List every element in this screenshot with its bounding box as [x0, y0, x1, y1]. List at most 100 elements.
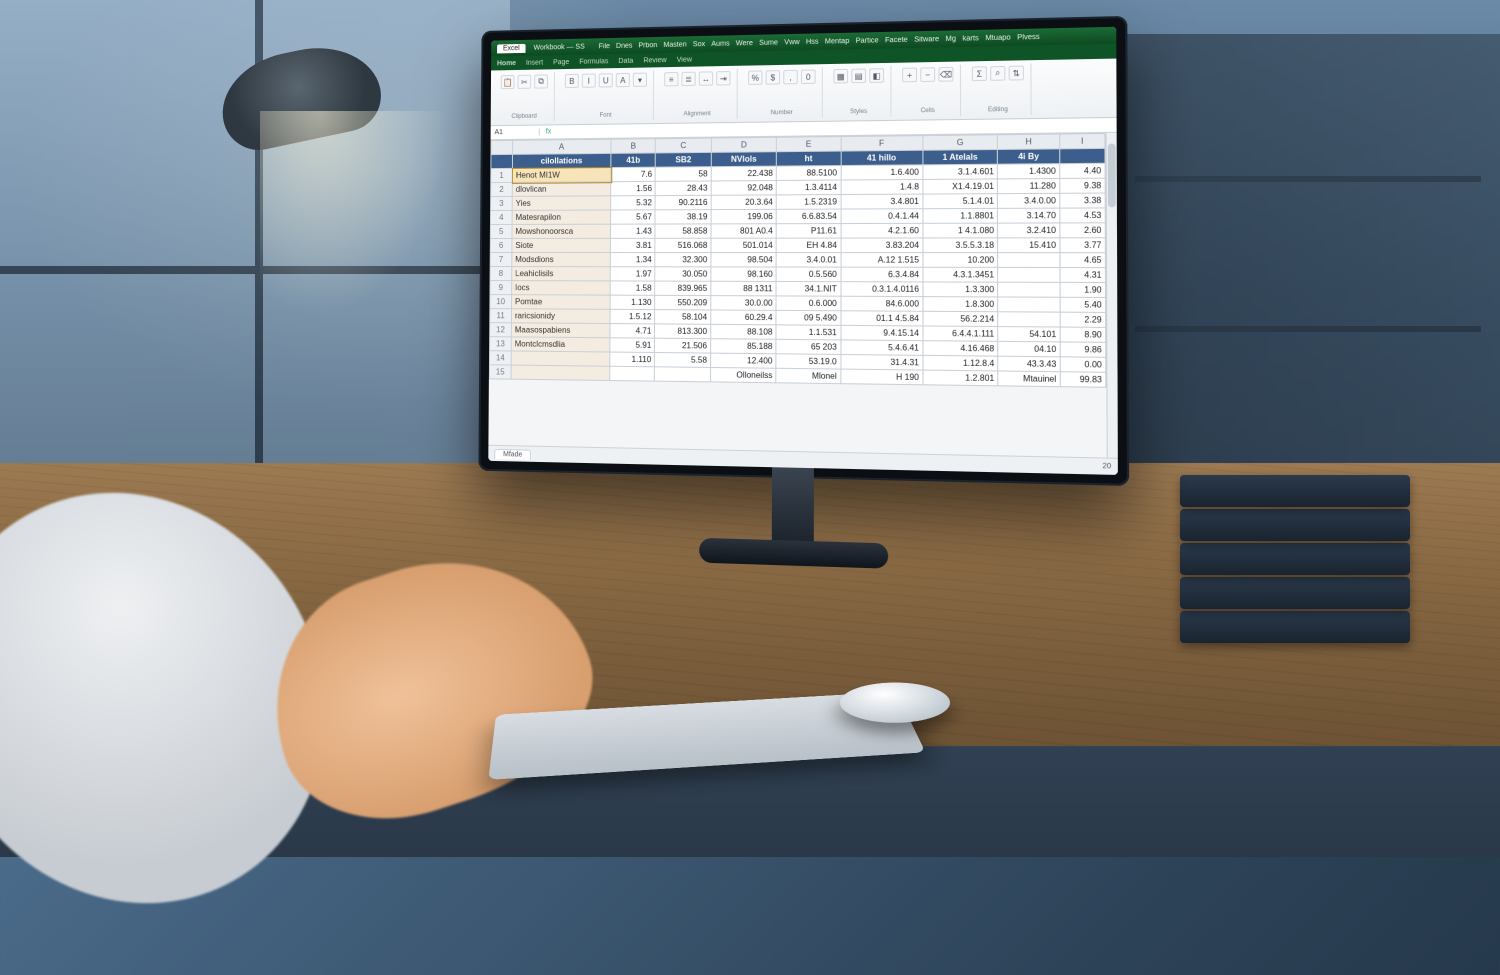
row-number[interactable]: 3 — [491, 196, 513, 210]
data-cell[interactable]: 3.1.4.601 — [923, 164, 998, 179]
data-cell[interactable]: 98.504 — [711, 253, 776, 267]
data-cell[interactable]: 21.506 — [655, 338, 711, 353]
menu-item[interactable]: Prbon — [638, 42, 657, 49]
data-cell[interactable]: 3.2.410 — [998, 223, 1060, 238]
ribbon-button[interactable]: % — [748, 70, 763, 85]
data-cell[interactable]: 1.4300 — [998, 164, 1060, 179]
data-cell[interactable]: 7.6 — [611, 167, 656, 182]
row-label-cell[interactable]: Siote — [512, 238, 611, 252]
data-cell[interactable]: 199.06 — [711, 209, 776, 224]
data-cell[interactable]: 28.43 — [656, 181, 712, 196]
column-header[interactable]: A — [513, 139, 611, 154]
ribbon-button[interactable]: , — [783, 70, 798, 85]
data-cell[interactable]: P11.61 — [776, 224, 840, 239]
data-cell[interactable]: 1.3.300 — [923, 282, 998, 297]
data-cell[interactable]: Mlonel — [776, 368, 840, 383]
data-cell[interactable]: 3.83.204 — [841, 238, 923, 253]
data-cell[interactable]: X1.4.19.01 — [923, 179, 998, 194]
vertical-scrollbar[interactable] — [1106, 133, 1118, 458]
row-label-cell[interactable]: Maasospabiens — [511, 323, 610, 338]
data-cell[interactable]: 04.10 — [998, 341, 1060, 356]
sheet-tab[interactable]: Mfade — [494, 448, 531, 459]
column-header[interactable]: H — [998, 134, 1060, 149]
row-label-cell[interactable]: Montclcmsdlia — [511, 337, 610, 352]
data-cell[interactable]: 5.67 — [611, 210, 656, 224]
data-cell[interactable]: 99.83 — [1060, 372, 1106, 388]
ribbon-tab[interactable]: View — [677, 56, 692, 63]
data-cell[interactable]: 4.2.1.60 — [841, 223, 923, 238]
data-cell[interactable]: 4.3.1.3451 — [923, 267, 998, 282]
ribbon-button[interactable]: ⧉ — [534, 74, 548, 88]
ribbon-button[interactable]: ✂ — [517, 75, 531, 89]
data-cell[interactable]: 60.29.4 — [711, 310, 777, 325]
data-cell[interactable]: 0.5.560 — [776, 267, 840, 282]
data-cell[interactable]: 3.5.5.3.18 — [923, 238, 998, 253]
ribbon-button[interactable]: ⌕ — [990, 66, 1005, 81]
ribbon-button[interactable]: ◧ — [869, 68, 884, 83]
row-label-cell[interactable]: Henot MI1W — [512, 168, 611, 183]
menu-item[interactable]: Mg — [946, 35, 956, 43]
row-number[interactable]: 14 — [489, 351, 511, 365]
data-cell[interactable]: 53.19.0 — [776, 354, 840, 369]
row-label-cell[interactable]: raricsionidy — [511, 309, 610, 324]
row-label-cell[interactable]: dlovlican — [512, 182, 611, 197]
data-cell[interactable]: 6.4.4.1.111 — [923, 326, 998, 341]
data-cell[interactable]: 1.2.801 — [923, 370, 998, 386]
row-number[interactable]: 10 — [490, 295, 512, 309]
data-cell[interactable]: 5.32 — [611, 196, 656, 210]
data-cell[interactable]: 11.280 — [998, 178, 1060, 193]
data-cell[interactable]: 98.160 — [711, 267, 776, 282]
row-number[interactable]: 7 — [490, 253, 512, 267]
row-number[interactable]: 9 — [490, 281, 512, 295]
row-label-cell[interactable]: Leahiclisils — [512, 267, 611, 281]
data-cell[interactable]: 43.3.43 — [998, 356, 1060, 372]
ribbon-button[interactable]: ▦ — [833, 69, 848, 84]
data-cell[interactable] — [610, 366, 655, 381]
zoom-level[interactable]: 20 — [1102, 463, 1111, 471]
data-cell[interactable]: 2.60 — [1060, 223, 1106, 238]
menu-item[interactable]: Plvess — [1017, 33, 1040, 41]
table-header-cell[interactable]: ht — [777, 151, 841, 166]
data-cell[interactable]: 6.3.4.84 — [841, 267, 923, 282]
data-cell[interactable]: 9.38 — [1060, 178, 1106, 193]
ribbon-button[interactable]: ⇅ — [1009, 66, 1024, 81]
scrollbar-thumb[interactable] — [1108, 144, 1116, 208]
data-cell[interactable]: 12.400 — [711, 353, 777, 368]
data-cell[interactable]: 56.2.214 — [923, 311, 998, 326]
data-cell[interactable]: 550.209 — [655, 295, 711, 310]
data-cell[interactable] — [998, 297, 1060, 312]
data-cell[interactable] — [998, 282, 1060, 297]
data-cell[interactable]: 1.8.300 — [923, 297, 998, 312]
data-cell[interactable]: 88.108 — [711, 324, 777, 339]
ribbon-button[interactable]: 📋 — [501, 75, 515, 89]
menu-item[interactable]: Dnes — [616, 42, 632, 49]
row-number[interactable]: 1 — [491, 168, 513, 182]
data-cell[interactable]: 88.5100 — [777, 166, 841, 181]
data-cell[interactable]: 58 — [656, 167, 712, 182]
data-cell[interactable]: 3.4.0.01 — [776, 253, 840, 268]
row-number[interactable]: 11 — [490, 309, 512, 323]
data-cell[interactable]: Olloneilss — [711, 367, 777, 382]
data-cell[interactable]: 516.068 — [655, 238, 711, 252]
data-cell[interactable] — [998, 253, 1060, 268]
ribbon-button[interactable]: ≡ — [664, 72, 678, 86]
data-cell[interactable]: 1.97 — [610, 267, 655, 281]
data-cell[interactable]: 1.58 — [610, 281, 655, 295]
ribbon-button[interactable]: U — [599, 73, 613, 87]
row-label-cell[interactable]: Modsdions — [512, 253, 611, 267]
ribbon-tab[interactable]: Review — [643, 56, 666, 64]
column-header[interactable]: F — [841, 136, 923, 151]
data-cell[interactable]: 1 4.1.080 — [923, 223, 998, 238]
menu-item[interactable]: File — [599, 43, 610, 50]
data-cell[interactable]: 0.4.1.44 — [841, 209, 923, 224]
menu-item[interactable]: Partice — [856, 37, 879, 45]
column-header[interactable]: E — [777, 137, 841, 152]
table-header-cell[interactable]: 41b — [611, 153, 656, 168]
fx-icon[interactable]: fx — [540, 128, 557, 135]
ribbon-tab[interactable]: Page — [553, 58, 569, 65]
column-header[interactable] — [491, 140, 513, 154]
menu-item[interactable]: Were — [736, 39, 753, 47]
data-cell[interactable]: 15.410 — [998, 238, 1060, 253]
data-cell[interactable]: 1.3.4114 — [776, 180, 840, 195]
data-cell[interactable]: 32.300 — [655, 253, 711, 267]
